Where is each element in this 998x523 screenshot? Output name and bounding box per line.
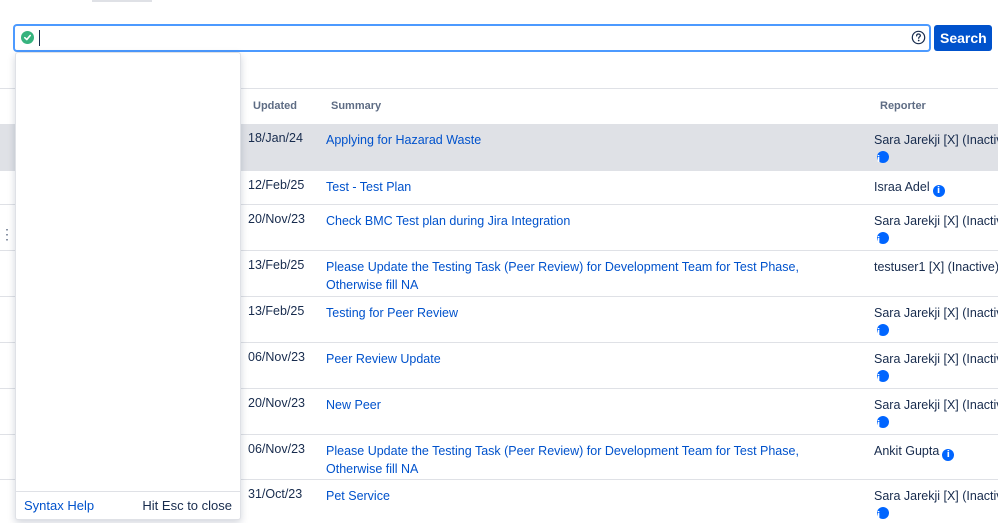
reporter-name: Israa Adel [874, 180, 930, 194]
info-icon[interactable]: i [877, 507, 889, 519]
reporter-name: Sara Jarekji [X] (Inactive) [874, 398, 998, 412]
info-icon[interactable]: i [877, 151, 889, 163]
summary-link[interactable]: Please Update the Testing Task (Peer Rev… [326, 258, 856, 294]
updated-cell: 31/Oct/23 [248, 487, 303, 501]
reporter-cell: testuser1 [X] (Inactive) [874, 258, 998, 276]
reporter-cell: Sara Jarekji [X] (Inactive) i [874, 304, 998, 336]
reporter-name: testuser1 [X] (Inactive) [874, 260, 998, 274]
summary-link[interactable]: Please Update the Testing Task (Peer Rev… [326, 442, 856, 478]
info-icon[interactable]: i [932, 185, 945, 197]
updated-cell: 20/Nov/23 [248, 396, 305, 410]
summary-link[interactable]: Peer Review Update [326, 350, 856, 368]
search-button[interactable]: Search [934, 25, 992, 51]
updated-cell: 18/Jan/24 [248, 131, 303, 145]
updated-cell: 13/Feb/25 [248, 304, 305, 318]
updated-cell: 13/Feb/25 [248, 258, 305, 272]
reporter-cell: Sara Jarekji [X] (Inactive) i [874, 396, 998, 428]
question-circle-icon[interactable] [911, 30, 926, 45]
reporter-cell: Sara Jarekji [X] (Inactive) i [874, 131, 998, 163]
top-tab-indicator [92, 0, 152, 2]
summary-link[interactable]: Applying for Hazarad Waste [326, 131, 856, 149]
reporter-name: Sara Jarekji [X] (Inactive) [874, 352, 998, 366]
dropdown-footer: Syntax Help Hit Esc to close [16, 491, 240, 519]
autocomplete-dropdown: Syntax Help Hit Esc to close [15, 52, 241, 520]
reporter-name: Ankit Gupta [874, 444, 940, 458]
updated-cell: 06/Nov/23 [248, 350, 305, 364]
jql-search-bar[interactable] [14, 25, 930, 51]
summary-link[interactable]: New Peer [326, 396, 856, 414]
column-header-summary[interactable]: Summary [331, 100, 381, 112]
esc-hint: Hit Esc to close [142, 498, 232, 513]
reporter-cell: Sara Jarekji [X] (Inactive) i [874, 350, 998, 382]
info-icon[interactable]: i [877, 232, 889, 244]
updated-cell: 12/Feb/25 [248, 178, 305, 192]
summary-link[interactable]: Pet Service [326, 487, 856, 505]
reporter-name: Sara Jarekji [X] (Inactive) [874, 306, 998, 320]
updated-cell: 06/Nov/23 [248, 442, 305, 456]
reporter-cell: Israa Adel i [874, 178, 998, 197]
check-circle-icon [21, 31, 34, 44]
info-icon[interactable]: i [877, 324, 889, 336]
reporter-cell: Sara Jarekji [X] (Inactive) i [874, 212, 998, 244]
reporter-name: Sara Jarekji [X] (Inactive) [874, 489, 998, 503]
summary-link[interactable]: Test - Test Plan [326, 178, 856, 196]
text-caret [39, 30, 40, 46]
info-icon[interactable]: i [877, 370, 889, 382]
column-header-reporter[interactable]: Reporter [880, 100, 926, 112]
syntax-help-link[interactable]: Syntax Help [24, 498, 94, 513]
updated-cell: 20/Nov/23 [248, 212, 305, 226]
summary-link[interactable]: Check BMC Test plan during Jira Integrat… [326, 212, 856, 230]
summary-link[interactable]: Testing for Peer Review [326, 304, 856, 322]
search-input[interactable] [39, 28, 899, 48]
reporter-cell: Ankit Gupta i [874, 442, 998, 461]
info-icon[interactable]: i [942, 449, 955, 461]
reporter-name: Sara Jarekji [X] (Inactive) [874, 133, 998, 147]
reporter-name: Sara Jarekji [X] (Inactive) [874, 214, 998, 228]
reporter-cell: Sara Jarekji [X] (Inactive) i [874, 487, 998, 519]
column-header-updated[interactable]: Updated [253, 100, 297, 112]
info-icon[interactable]: i [877, 416, 889, 428]
